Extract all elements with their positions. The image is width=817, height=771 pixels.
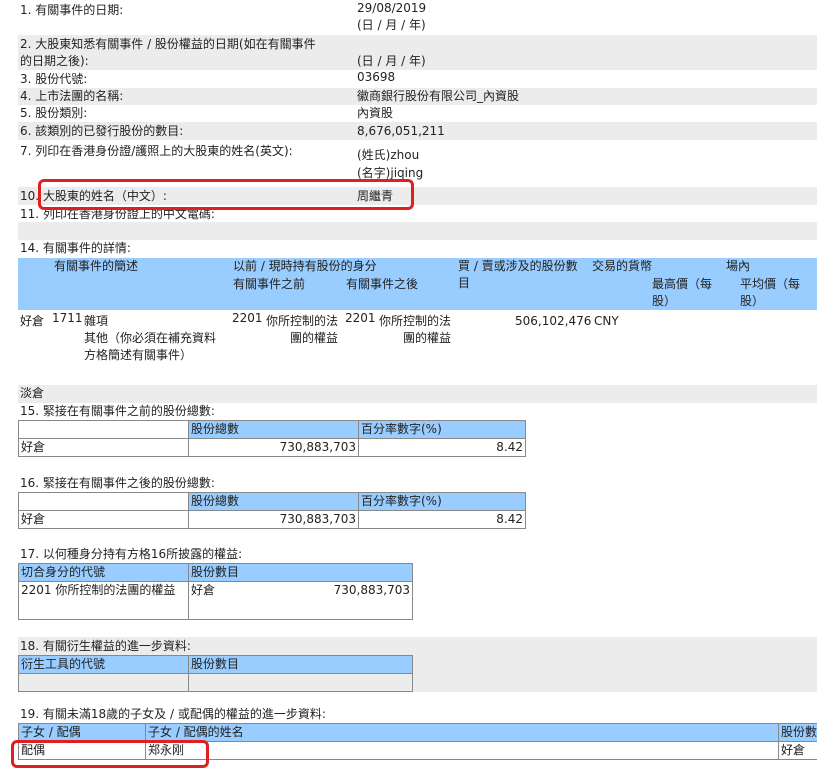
col-onexchange: 場內 xyxy=(726,259,751,273)
col-desc: 有關事件的簡述 xyxy=(54,259,139,273)
date-format: (日 / 月 / 年) xyxy=(357,54,426,68)
after-code: 2201 xyxy=(345,311,376,325)
section-title: 15. 緊接在有關事件之前的股份總數: xyxy=(20,404,215,418)
before-code: 2201 xyxy=(232,311,263,325)
surname: (姓氏)zhou xyxy=(357,148,420,162)
col-relation: 子女 / 配偶 xyxy=(18,723,146,742)
col-high: 最高價（每股） xyxy=(652,277,713,308)
field-label: 5. 股份類別: xyxy=(20,106,88,120)
field-label: 3. 股份代號: xyxy=(20,72,88,86)
s14-row: 好倉 1711 雜項 其他（你必須在補充資料方格簡述有關事件） 2201 你所控… xyxy=(18,310,817,385)
field-label: 1. 有關事件的日期: xyxy=(20,3,124,17)
total-shares: 730,883,703 xyxy=(188,438,359,457)
s14-header: 有關事件的簡述 以前 / 現時持有股份的身分 有關事件之前 有關事件之後 買 /… xyxy=(18,258,817,310)
event-desc-note: 其他（你必須在補充資料方格簡述有關事件） xyxy=(84,331,217,362)
before-capacity: 你所控制的法團的權益 xyxy=(265,314,338,345)
share-class: 內資股 xyxy=(357,106,394,120)
event-desc: 雜項 xyxy=(84,314,109,328)
percentage: 8.42 xyxy=(358,510,526,529)
total-shares: 730,883,703 xyxy=(188,510,359,529)
col-shares: 股份數目 xyxy=(188,655,413,674)
field-label: 2. 大股東知悉有關事件 / 股份權益的日期(如在有關事件 xyxy=(20,37,316,51)
col-pct: 百分率數字(%) xyxy=(358,492,526,511)
currency: CNY xyxy=(594,314,619,328)
col-currency: 交易的貨幣 xyxy=(591,259,652,273)
col-shares: 股份數目 xyxy=(188,563,413,582)
s18-table: 衍生工具的代號 股份數目 xyxy=(18,655,413,692)
field-label: 4. 上市法團的名稱: xyxy=(20,89,124,103)
col-total: 股份總數 xyxy=(188,420,359,439)
section-title: 19. 有關未滿18歲的子女及 / 或配偶的權益的進一步資料: xyxy=(20,707,326,721)
field-label: 7. 列印在香港身份證/護照上的大股東的姓名(英文): xyxy=(20,144,293,158)
s15-table: 股份總數 百分率數字(%) 好倉 730,883,703 8.42 xyxy=(18,420,526,457)
stock-code: 03698 xyxy=(357,70,396,84)
after-capacity: 你所控制的法團的權益 xyxy=(378,314,451,345)
short-position-label: 淡倉 xyxy=(20,386,45,400)
col-after: 有關事件之後 xyxy=(346,277,419,291)
event-code: 1711 xyxy=(52,311,83,325)
position: 好倉 xyxy=(778,741,817,760)
position: 好倉 xyxy=(18,438,189,457)
col-derivative-code: 衍生工具的代號 xyxy=(18,655,189,674)
section-title: 14. 有關事件的詳情: xyxy=(20,241,131,255)
highlight-box xyxy=(38,179,414,210)
s16-table: 股份總數 百分率數字(%) 好倉 730,883,703 8.42 xyxy=(18,492,526,529)
issued-shares: 8,676,051,211 xyxy=(357,124,445,138)
capacity-code: 2201 xyxy=(21,583,52,597)
share-number: 730,883,703 xyxy=(333,583,410,597)
col-total: 股份總數 xyxy=(188,492,359,511)
col-code: 切合身分的代號 xyxy=(18,563,189,582)
position: 好倉 xyxy=(20,314,45,328)
s17-table: 切合身分的代號 股份數目 2201 你所控制的法團的權益 好倉 730,883,703 xyxy=(18,563,413,620)
col-pct: 百分率數字(%) xyxy=(358,420,526,439)
company-name: 徽商銀行股份有限公司_內資股 xyxy=(357,89,520,103)
event-date: 29/08/2019 xyxy=(357,1,427,15)
section-title: 18. 有關衍生權益的進一步資料: xyxy=(20,639,191,653)
percentage: 8.42 xyxy=(358,438,526,457)
shares-involved: 506,102,476 xyxy=(515,314,592,328)
highlight-box xyxy=(11,740,209,768)
position: 好倉 xyxy=(18,510,189,529)
col-shares: 買 / 賣或涉及的股份數目 xyxy=(458,259,578,290)
col-capacity: 以前 / 現時持有股份的身分 xyxy=(233,259,377,273)
capacity: 你所控制的法團的權益 xyxy=(55,583,176,597)
section-title: 17. 以何種身分持有方格16所披露的權益: xyxy=(20,547,243,561)
position: 好倉 xyxy=(191,583,216,597)
field-label: 的日期之後): xyxy=(20,54,89,68)
col-shares: 股份數 xyxy=(778,723,817,742)
spouse-name: 郑永刚 xyxy=(145,741,779,760)
col-before: 有關事件之前 xyxy=(233,277,306,291)
col-name: 子女 / 配偶的姓名 xyxy=(145,723,779,742)
field-label: 6. 該類別的已發行股份的數目: xyxy=(20,124,184,138)
col-avg: 平均價（每股） xyxy=(740,277,801,308)
date-format: (日 / 月 / 年) xyxy=(357,18,426,32)
section-title: 16. 緊接在有關事件之後的股份總數: xyxy=(20,476,215,490)
